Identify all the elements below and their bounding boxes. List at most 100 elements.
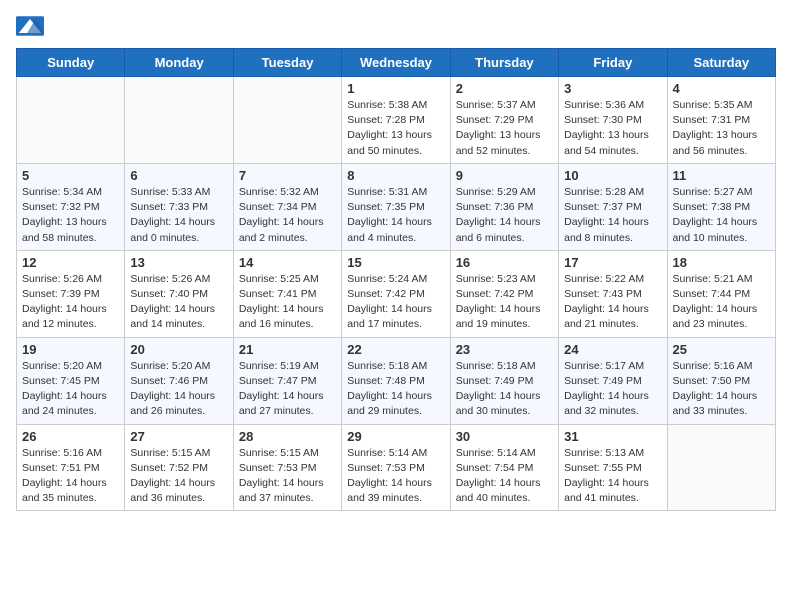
- cell-content: Sunrise: 5:26 AM Sunset: 7:39 PM Dayligh…: [22, 272, 119, 333]
- calendar-cell: 29 Sunrise: 5:14 AM Sunset: 7:53 PM Dayli…: [342, 424, 450, 511]
- calendar-week-row: 5 Sunrise: 5:34 AM Sunset: 7:32 PM Daylig…: [17, 163, 776, 250]
- calendar-cell: 19 Sunrise: 5:20 AM Sunset: 7:45 PM Dayli…: [17, 337, 125, 424]
- calendar-cell: 8Sunrise: 5:31 AM Sunset: 7:35 PM Daylig…: [342, 163, 450, 250]
- weekday-header-wednesday: Wednesday: [342, 49, 450, 77]
- day-number: 20: [130, 342, 227, 357]
- cell-content: Sunrise: 5:33 AM Sunset: 7:33 PM Dayligh…: [130, 185, 227, 246]
- calendar-week-row: 1Sunrise: 5:38 AM Sunset: 7:28 PM Daylig…: [17, 77, 776, 164]
- cell-content: Sunrise: 5:38 AM Sunset: 7:28 PM Dayligh…: [347, 98, 444, 159]
- cell-content: Sunrise: 5:14 AM Sunset: 7:54 PM Dayligh…: [456, 446, 553, 507]
- calendar-cell: 24 Sunrise: 5:17 AM Sunset: 7:49 PM Dayli…: [559, 337, 667, 424]
- day-number: 29: [347, 429, 444, 444]
- cell-content: Sunrise: 5:32 AM Sunset: 7:34 PM Dayligh…: [239, 185, 336, 246]
- cell-content: Sunrise: 5:26 AM Sunset: 7:40 PM Dayligh…: [130, 272, 227, 333]
- cell-content: Sunrise: 5:28 AM Sunset: 7:37 PM Dayligh…: [564, 185, 661, 246]
- cell-content: Sunrise: 5:14 AM Sunset: 7:53 PM Dayligh…: [347, 446, 444, 507]
- cell-content: Sunrise: 5:20 AM Sunset: 7:46 PM Dayligh…: [130, 359, 227, 420]
- day-number: 14: [239, 255, 336, 270]
- cell-content: Sunrise: 5:27 AM Sunset: 7:38 PM Dayligh…: [673, 185, 770, 246]
- calendar-cell: 1Sunrise: 5:38 AM Sunset: 7:28 PM Daylig…: [342, 77, 450, 164]
- day-number: 25: [673, 342, 770, 357]
- cell-content: Sunrise: 5:15 AM Sunset: 7:52 PM Dayligh…: [130, 446, 227, 507]
- calendar-cell: 17 Sunrise: 5:22 AM Sunset: 7:43 PM Dayli…: [559, 250, 667, 337]
- day-number: 10: [564, 168, 661, 183]
- logo-icon: [16, 16, 44, 36]
- cell-content: Sunrise: 5:25 AM Sunset: 7:41 PM Dayligh…: [239, 272, 336, 333]
- calendar-week-row: 12 Sunrise: 5:26 AM Sunset: 7:39 PM Dayli…: [17, 250, 776, 337]
- calendar-table: SundayMondayTuesdayWednesdayThursdayFrid…: [16, 48, 776, 511]
- cell-content: Sunrise: 5:15 AM Sunset: 7:53 PM Dayligh…: [239, 446, 336, 507]
- weekday-header-sunday: Sunday: [17, 49, 125, 77]
- calendar-cell: 6Sunrise: 5:33 AM Sunset: 7:33 PM Daylig…: [125, 163, 233, 250]
- calendar-cell: 3Sunrise: 5:36 AM Sunset: 7:30 PM Daylig…: [559, 77, 667, 164]
- day-number: 30: [456, 429, 553, 444]
- calendar-cell: 23Sunrise: 5:18 AM Sunset: 7:49 PM Dayli…: [450, 337, 558, 424]
- calendar-cell: 27 Sunrise: 5:15 AM Sunset: 7:52 PM Dayli…: [125, 424, 233, 511]
- calendar-cell: 30 Sunrise: 5:14 AM Sunset: 7:54 PM Dayli…: [450, 424, 558, 511]
- day-number: 2: [456, 81, 553, 96]
- calendar-cell: 31 Sunrise: 5:13 AM Sunset: 7:55 PM Dayli…: [559, 424, 667, 511]
- header: [16, 16, 776, 36]
- day-number: 22: [347, 342, 444, 357]
- logo: [16, 16, 48, 36]
- day-number: 18: [673, 255, 770, 270]
- calendar-cell: 13 Sunrise: 5:26 AM Sunset: 7:40 PM Dayli…: [125, 250, 233, 337]
- calendar-cell: [667, 424, 775, 511]
- calendar-cell: 15Sunrise: 5:24 AM Sunset: 7:42 PM Dayli…: [342, 250, 450, 337]
- cell-content: Sunrise: 5:16 AM Sunset: 7:51 PM Dayligh…: [22, 446, 119, 507]
- calendar-cell: 5 Sunrise: 5:34 AM Sunset: 7:32 PM Daylig…: [17, 163, 125, 250]
- day-number: 3: [564, 81, 661, 96]
- calendar-cell: 12 Sunrise: 5:26 AM Sunset: 7:39 PM Dayli…: [17, 250, 125, 337]
- calendar-cell: [125, 77, 233, 164]
- calendar-week-row: 19 Sunrise: 5:20 AM Sunset: 7:45 PM Dayli…: [17, 337, 776, 424]
- cell-content: Sunrise: 5:35 AM Sunset: 7:31 PM Dayligh…: [673, 98, 770, 159]
- calendar-cell: [233, 77, 341, 164]
- day-number: 19: [22, 342, 119, 357]
- cell-content: Sunrise: 5:22 AM Sunset: 7:43 PM Dayligh…: [564, 272, 661, 333]
- calendar-cell: 4 Sunrise: 5:35 AM Sunset: 7:31 PM Daylig…: [667, 77, 775, 164]
- weekday-header-monday: Monday: [125, 49, 233, 77]
- day-number: 13: [130, 255, 227, 270]
- weekday-header-friday: Friday: [559, 49, 667, 77]
- calendar-cell: 20 Sunrise: 5:20 AM Sunset: 7:46 PM Dayli…: [125, 337, 233, 424]
- calendar-cell: 2 Sunrise: 5:37 AM Sunset: 7:29 PM Daylig…: [450, 77, 558, 164]
- cell-content: Sunrise: 5:34 AM Sunset: 7:32 PM Dayligh…: [22, 185, 119, 246]
- cell-content: Sunrise: 5:20 AM Sunset: 7:45 PM Dayligh…: [22, 359, 119, 420]
- calendar-cell: 7 Sunrise: 5:32 AM Sunset: 7:34 PM Daylig…: [233, 163, 341, 250]
- day-number: 23: [456, 342, 553, 357]
- day-number: 16: [456, 255, 553, 270]
- cell-content: Sunrise: 5:23 AM Sunset: 7:42 PM Dayligh…: [456, 272, 553, 333]
- cell-content: Sunrise: 5:18 AM Sunset: 7:48 PM Dayligh…: [347, 359, 444, 420]
- day-number: 12: [22, 255, 119, 270]
- day-number: 31: [564, 429, 661, 444]
- day-number: 17: [564, 255, 661, 270]
- cell-content: Sunrise: 5:13 AM Sunset: 7:55 PM Dayligh…: [564, 446, 661, 507]
- cell-content: Sunrise: 5:24 AM Sunset: 7:42 PM Dayligh…: [347, 272, 444, 333]
- day-number: 27: [130, 429, 227, 444]
- day-number: 7: [239, 168, 336, 183]
- day-number: 11: [673, 168, 770, 183]
- calendar-cell: 10 Sunrise: 5:28 AM Sunset: 7:37 PM Dayli…: [559, 163, 667, 250]
- calendar-cell: 18 Sunrise: 5:21 AM Sunset: 7:44 PM Dayli…: [667, 250, 775, 337]
- cell-content: Sunrise: 5:21 AM Sunset: 7:44 PM Dayligh…: [673, 272, 770, 333]
- day-number: 26: [22, 429, 119, 444]
- weekday-header-thursday: Thursday: [450, 49, 558, 77]
- calendar-cell: 26 Sunrise: 5:16 AM Sunset: 7:51 PM Dayli…: [17, 424, 125, 511]
- calendar-cell: 14 Sunrise: 5:25 AM Sunset: 7:41 PM Dayli…: [233, 250, 341, 337]
- cell-content: Sunrise: 5:19 AM Sunset: 7:47 PM Dayligh…: [239, 359, 336, 420]
- calendar-cell: 21Sunrise: 5:19 AM Sunset: 7:47 PM Dayli…: [233, 337, 341, 424]
- day-number: 4: [673, 81, 770, 96]
- day-number: 5: [22, 168, 119, 183]
- cell-content: Sunrise: 5:17 AM Sunset: 7:49 PM Dayligh…: [564, 359, 661, 420]
- day-number: 28: [239, 429, 336, 444]
- calendar-cell: 16 Sunrise: 5:23 AM Sunset: 7:42 PM Dayli…: [450, 250, 558, 337]
- calendar-cell: 9Sunrise: 5:29 AM Sunset: 7:36 PM Daylig…: [450, 163, 558, 250]
- cell-content: Sunrise: 5:37 AM Sunset: 7:29 PM Dayligh…: [456, 98, 553, 159]
- weekday-header-saturday: Saturday: [667, 49, 775, 77]
- cell-content: Sunrise: 5:16 AM Sunset: 7:50 PM Dayligh…: [673, 359, 770, 420]
- weekday-header-row: SundayMondayTuesdayWednesdayThursdayFrid…: [17, 49, 776, 77]
- day-number: 24: [564, 342, 661, 357]
- cell-content: Sunrise: 5:29 AM Sunset: 7:36 PM Dayligh…: [456, 185, 553, 246]
- weekday-header-tuesday: Tuesday: [233, 49, 341, 77]
- calendar-cell: 28 Sunrise: 5:15 AM Sunset: 7:53 PM Dayli…: [233, 424, 341, 511]
